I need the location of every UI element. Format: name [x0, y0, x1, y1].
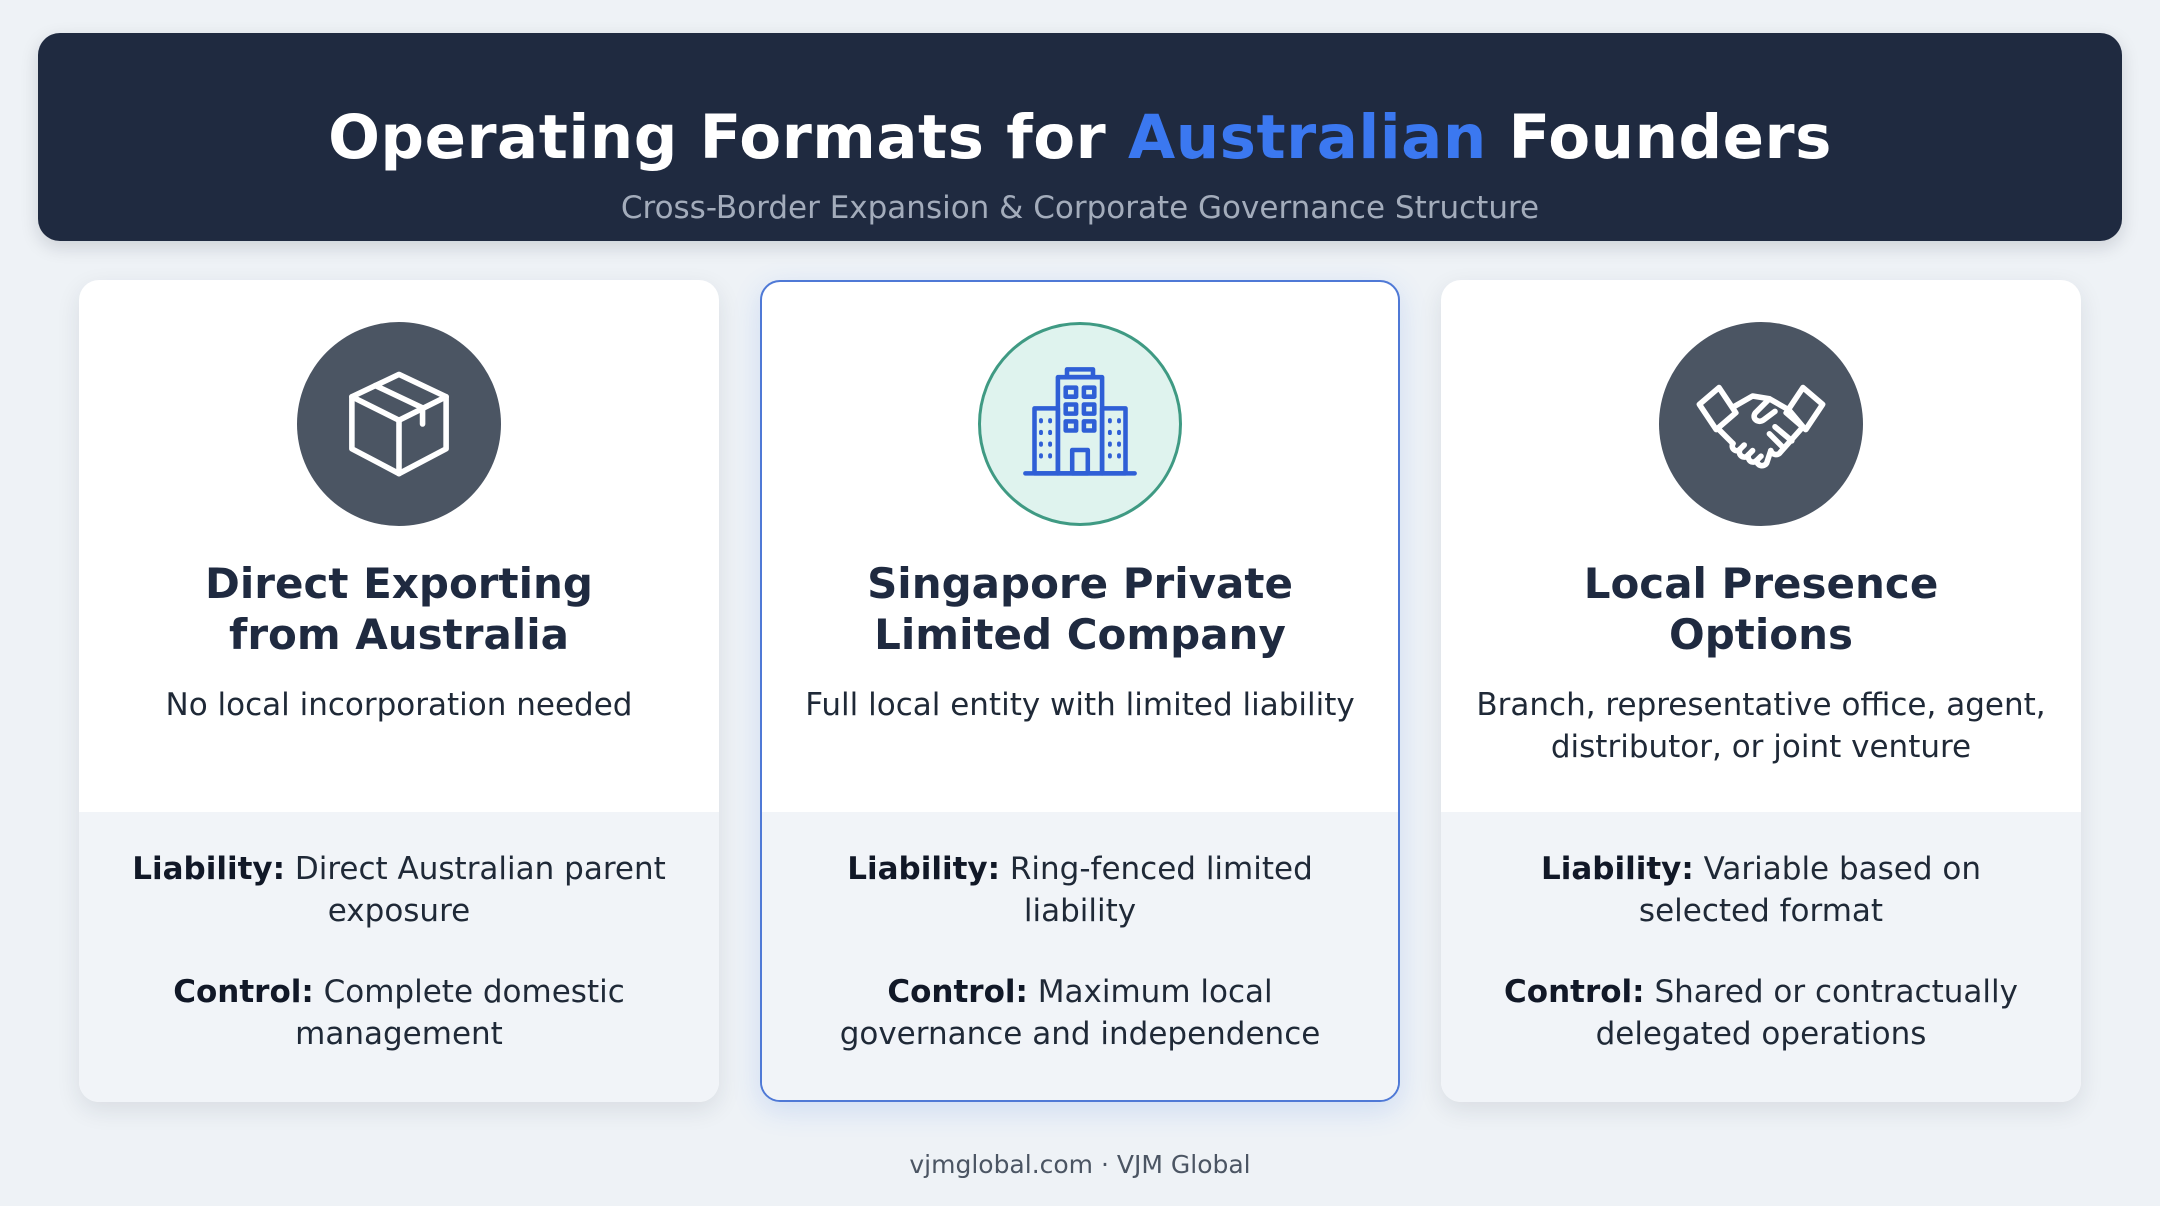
liability-text: Ring-fenced limited liability	[1009, 851, 1313, 929]
card-title-line2: from Australia	[229, 610, 569, 659]
card-title: Singapore Private Limited Company	[782, 558, 1378, 660]
card-title-line1: Direct Exporting	[205, 559, 593, 608]
liability-fact: Liability: Variable based on selected fo…	[1471, 848, 2051, 932]
liability-label: Liability:	[1540, 851, 1694, 887]
control-label: Control:	[887, 974, 1028, 1010]
card-details: Liability: Direct Australian parent expo…	[79, 812, 719, 1102]
card-title-line2: Options	[1669, 610, 1853, 659]
control-label: Control:	[173, 974, 314, 1010]
card-description: Branch, representative office, agent, di…	[1476, 687, 2046, 765]
card-icon-circle	[1659, 322, 1863, 526]
title-part1: Operating Formats for	[328, 102, 1107, 173]
card-direct-exporting: Direct Exporting from Australia No local…	[79, 280, 719, 1102]
card-title-line1: Local Presence	[1583, 559, 1939, 608]
liability-text: Direct Australian parent exposure	[294, 851, 666, 929]
card-description: No local incorporation needed	[165, 687, 633, 723]
footer-credit[interactable]: vjmglobal.com · VJM Global	[0, 1150, 2160, 1179]
card-singapore-company: Singapore Private Limited Company Full l…	[760, 280, 1400, 1102]
card-title: Direct Exporting from Australia	[99, 558, 699, 660]
page-subtitle: Cross-Border Expansion & Corporate Gover…	[620, 190, 1540, 226]
card-details: Liability: Ring-fenced limited liability…	[762, 812, 1398, 1100]
liability-fact: Liability: Direct Australian parent expo…	[109, 848, 689, 932]
card-description: Full local entity with limited liability	[805, 687, 1355, 723]
page-title: Operating Formats for Australian Founder…	[38, 107, 2122, 168]
card-icon-circle	[978, 322, 1182, 526]
office-building-icon	[1023, 367, 1137, 476]
control-text: Complete domestic management	[295, 974, 625, 1052]
title-part2: Founders	[1508, 102, 1832, 173]
handshake-icon	[1696, 384, 1826, 469]
card-title-line2: Limited Company	[874, 610, 1286, 659]
title-accent: Australian	[1128, 102, 1487, 173]
card-details: Liability: Variable based on selected fo…	[1441, 812, 2081, 1102]
card-title: Local Presence Options	[1461, 558, 2061, 660]
card-local-presence: Local Presence Options Branch, represent…	[1441, 280, 2081, 1102]
header-banner: Operating Formats for Australian Founder…	[38, 33, 2122, 241]
control-text: Shared or contractually delegated operat…	[1595, 974, 2018, 1052]
control-label: Control:	[1504, 974, 1645, 1010]
liability-label: Liability:	[847, 851, 1001, 887]
control-fact: Control: Complete domestic management	[109, 971, 689, 1055]
liability-fact: Liability: Ring-fenced limited liability	[792, 848, 1368, 932]
control-fact: Control: Shared or contractually delegat…	[1471, 971, 2051, 1055]
control-fact: Control: Maximum local governance and in…	[792, 971, 1368, 1055]
card-icon-circle	[297, 322, 501, 526]
card-title-line1: Singapore Private	[867, 559, 1293, 608]
package-box-icon	[349, 371, 449, 477]
liability-label: Liability:	[132, 851, 285, 887]
